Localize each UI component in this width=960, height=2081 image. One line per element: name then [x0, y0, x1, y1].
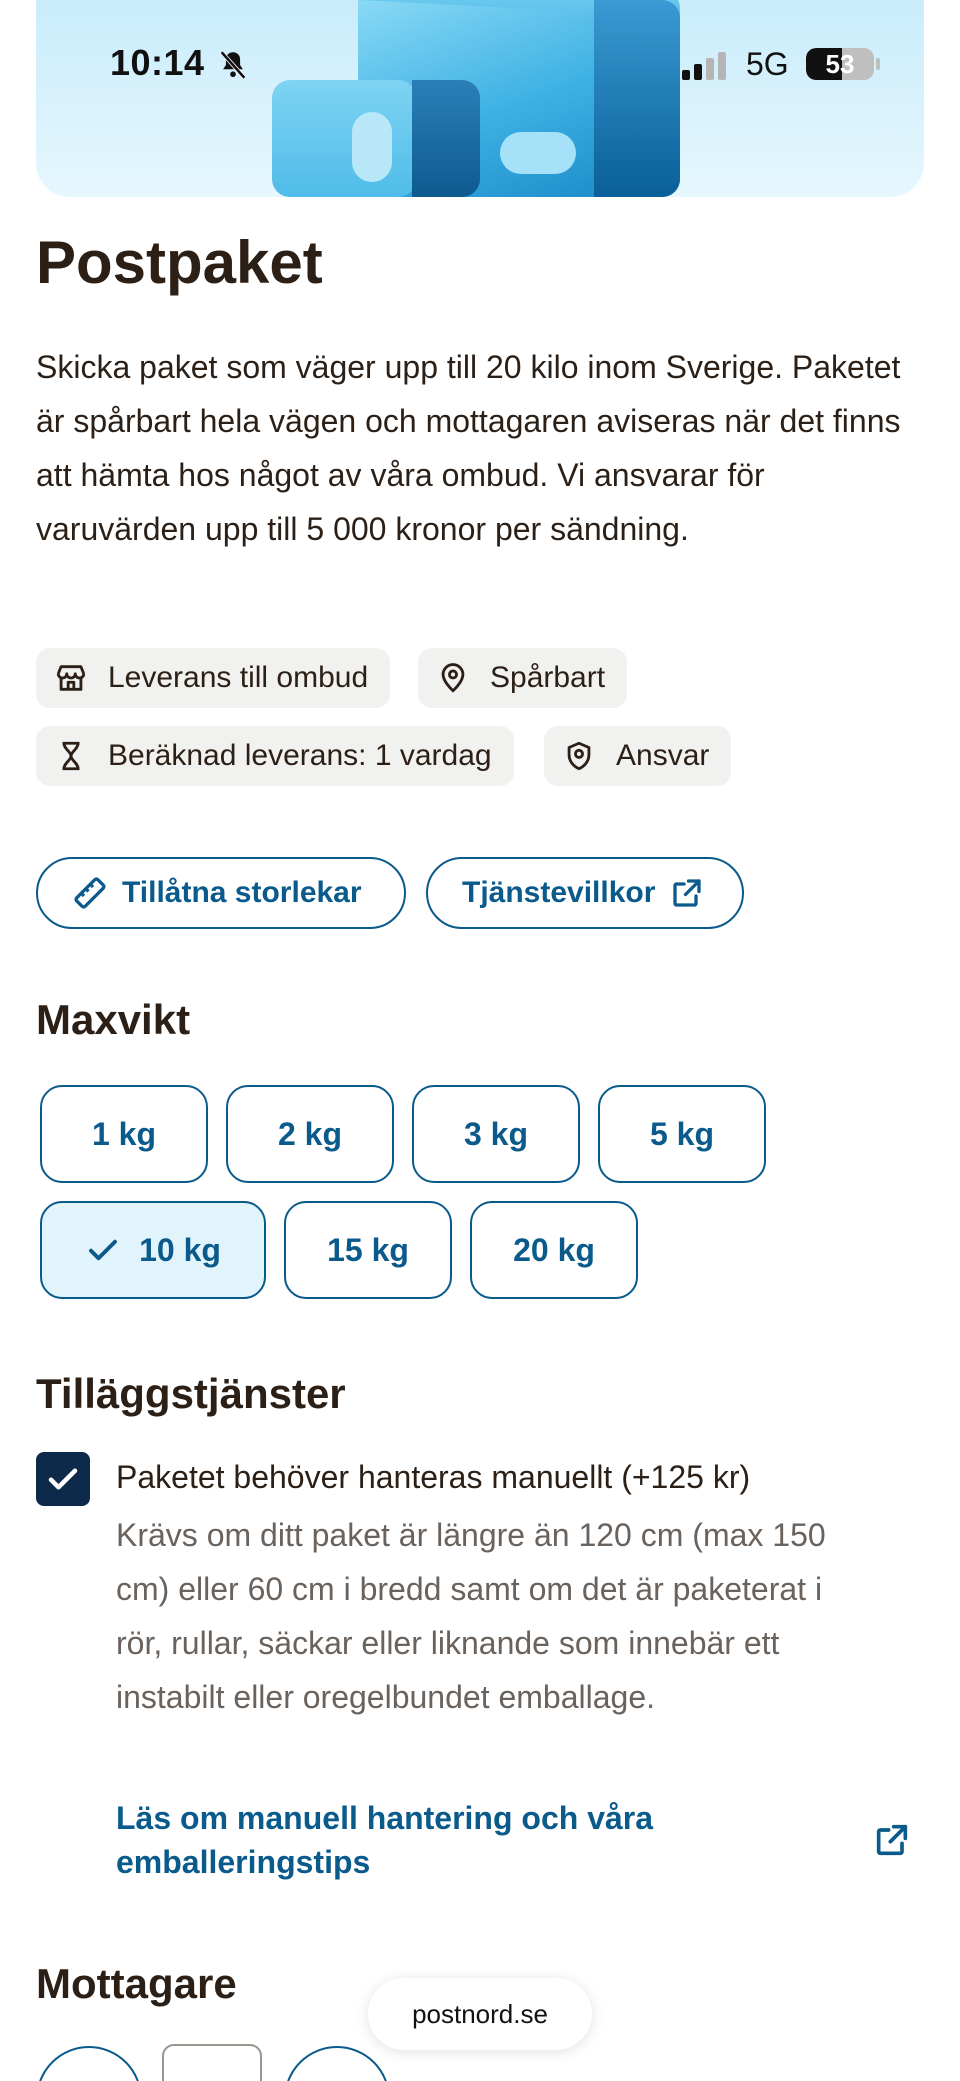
manual-handling-info-link[interactable]: Läs om manuell hantering och våra emball…: [116, 1796, 756, 1884]
external-link-icon: [673, 879, 702, 907]
hourglass-icon: [62, 741, 80, 771]
feature-label: Beräknad leverans: 1 vardag: [108, 739, 492, 772]
parcel-side-shape: [594, 0, 680, 197]
battery-indicator: 53: [806, 48, 874, 80]
weight-option-15kg[interactable]: 15 kg: [284, 1201, 452, 1299]
manual-handling-description: Krävs om ditt paket är längre än 120 cm …: [116, 1517, 826, 1715]
product-description: Skicka paket som väger upp till 20 kilo …: [36, 349, 901, 547]
ruler-icon: [74, 877, 106, 909]
recipients-title: Mottagare: [36, 1960, 237, 2007]
feature-chip-liability: Ansvar: [544, 726, 732, 786]
decrease-button[interactable]: [36, 2046, 142, 2081]
weight-option-1kg[interactable]: 1 kg: [40, 1085, 208, 1183]
weight-option-2kg[interactable]: 2 kg: [226, 1085, 394, 1183]
weight-label: 3 kg: [463, 1115, 529, 1152]
small-parcel-side-shape: [412, 80, 480, 197]
weight-label: 10 kg: [139, 1231, 221, 1268]
feature-chip-tracking: Spårbart: [418, 648, 628, 708]
button-label: Tillåtna storlekar: [122, 876, 362, 909]
check-icon: [48, 1468, 78, 1490]
check-icon: [89, 1239, 118, 1261]
url-text: postnord.se: [412, 1998, 548, 2029]
feature-label: Ansvar: [616, 739, 710, 772]
weight-option-3kg[interactable]: 3 kg: [412, 1085, 580, 1183]
weight-option-10kg[interactable]: 10 kg: [40, 1201, 266, 1299]
terms-button[interactable]: Tjänstevillkor: [426, 857, 744, 929]
hero-illustration: [36, 0, 924, 197]
weight-label: 1 kg: [91, 1115, 157, 1152]
battery-percent: 53: [825, 49, 855, 79]
manual-handling-checkbox[interactable]: [36, 1452, 90, 1506]
network-type: 5G: [746, 46, 789, 82]
cellular-signal-icon: [682, 52, 726, 80]
weight-option-20kg[interactable]: 20 kg: [470, 1201, 638, 1299]
parcel-handle-shape: [352, 112, 392, 182]
allowed-sizes-button[interactable]: Tillåtna storlekar: [36, 857, 406, 929]
addons-title: Tilläggstjänster: [36, 1370, 346, 1417]
plus-icon: +: [327, 2074, 347, 2081]
weight-label: 5 kg: [649, 1115, 715, 1152]
feature-chip-delivery: Leverans till ombud: [36, 648, 391, 708]
feature-label: Spårbart: [490, 661, 606, 694]
parcel-label-shape: [500, 132, 576, 174]
status-time: 10:14: [110, 42, 205, 83]
manual-handling-label[interactable]: Paketet behöver hanteras manuellt (+125 …: [116, 1454, 750, 1500]
feature-label: Leverans till ombud: [108, 661, 369, 694]
increase-button[interactable]: +: [284, 2046, 390, 2081]
max-weight-title: Maxvikt: [36, 996, 191, 1043]
weight-label: 15 kg: [327, 1231, 409, 1268]
feature-chip-estimate: Beräknad leverans: 1 vardag: [36, 726, 514, 786]
location-pin-icon: [441, 663, 465, 693]
button-label: Tjänstevillkor: [462, 876, 656, 909]
small-parcel-shape: [272, 80, 416, 197]
shield-pin-icon: [567, 741, 591, 771]
browser-url-bar[interactable]: postnord.se: [368, 1978, 592, 2050]
weight-label: 2 kg: [277, 1115, 343, 1152]
external-link-icon[interactable]: [872, 1820, 912, 1860]
page-title: Postpaket: [36, 229, 323, 296]
bell-muted-icon: [220, 50, 246, 80]
weight-label: 20 kg: [513, 1231, 595, 1268]
battery-tip: [876, 58, 880, 70]
store-icon: [56, 665, 86, 691]
quantity-field[interactable]: [162, 2044, 262, 2081]
weight-option-5kg[interactable]: 5 kg: [598, 1085, 766, 1183]
